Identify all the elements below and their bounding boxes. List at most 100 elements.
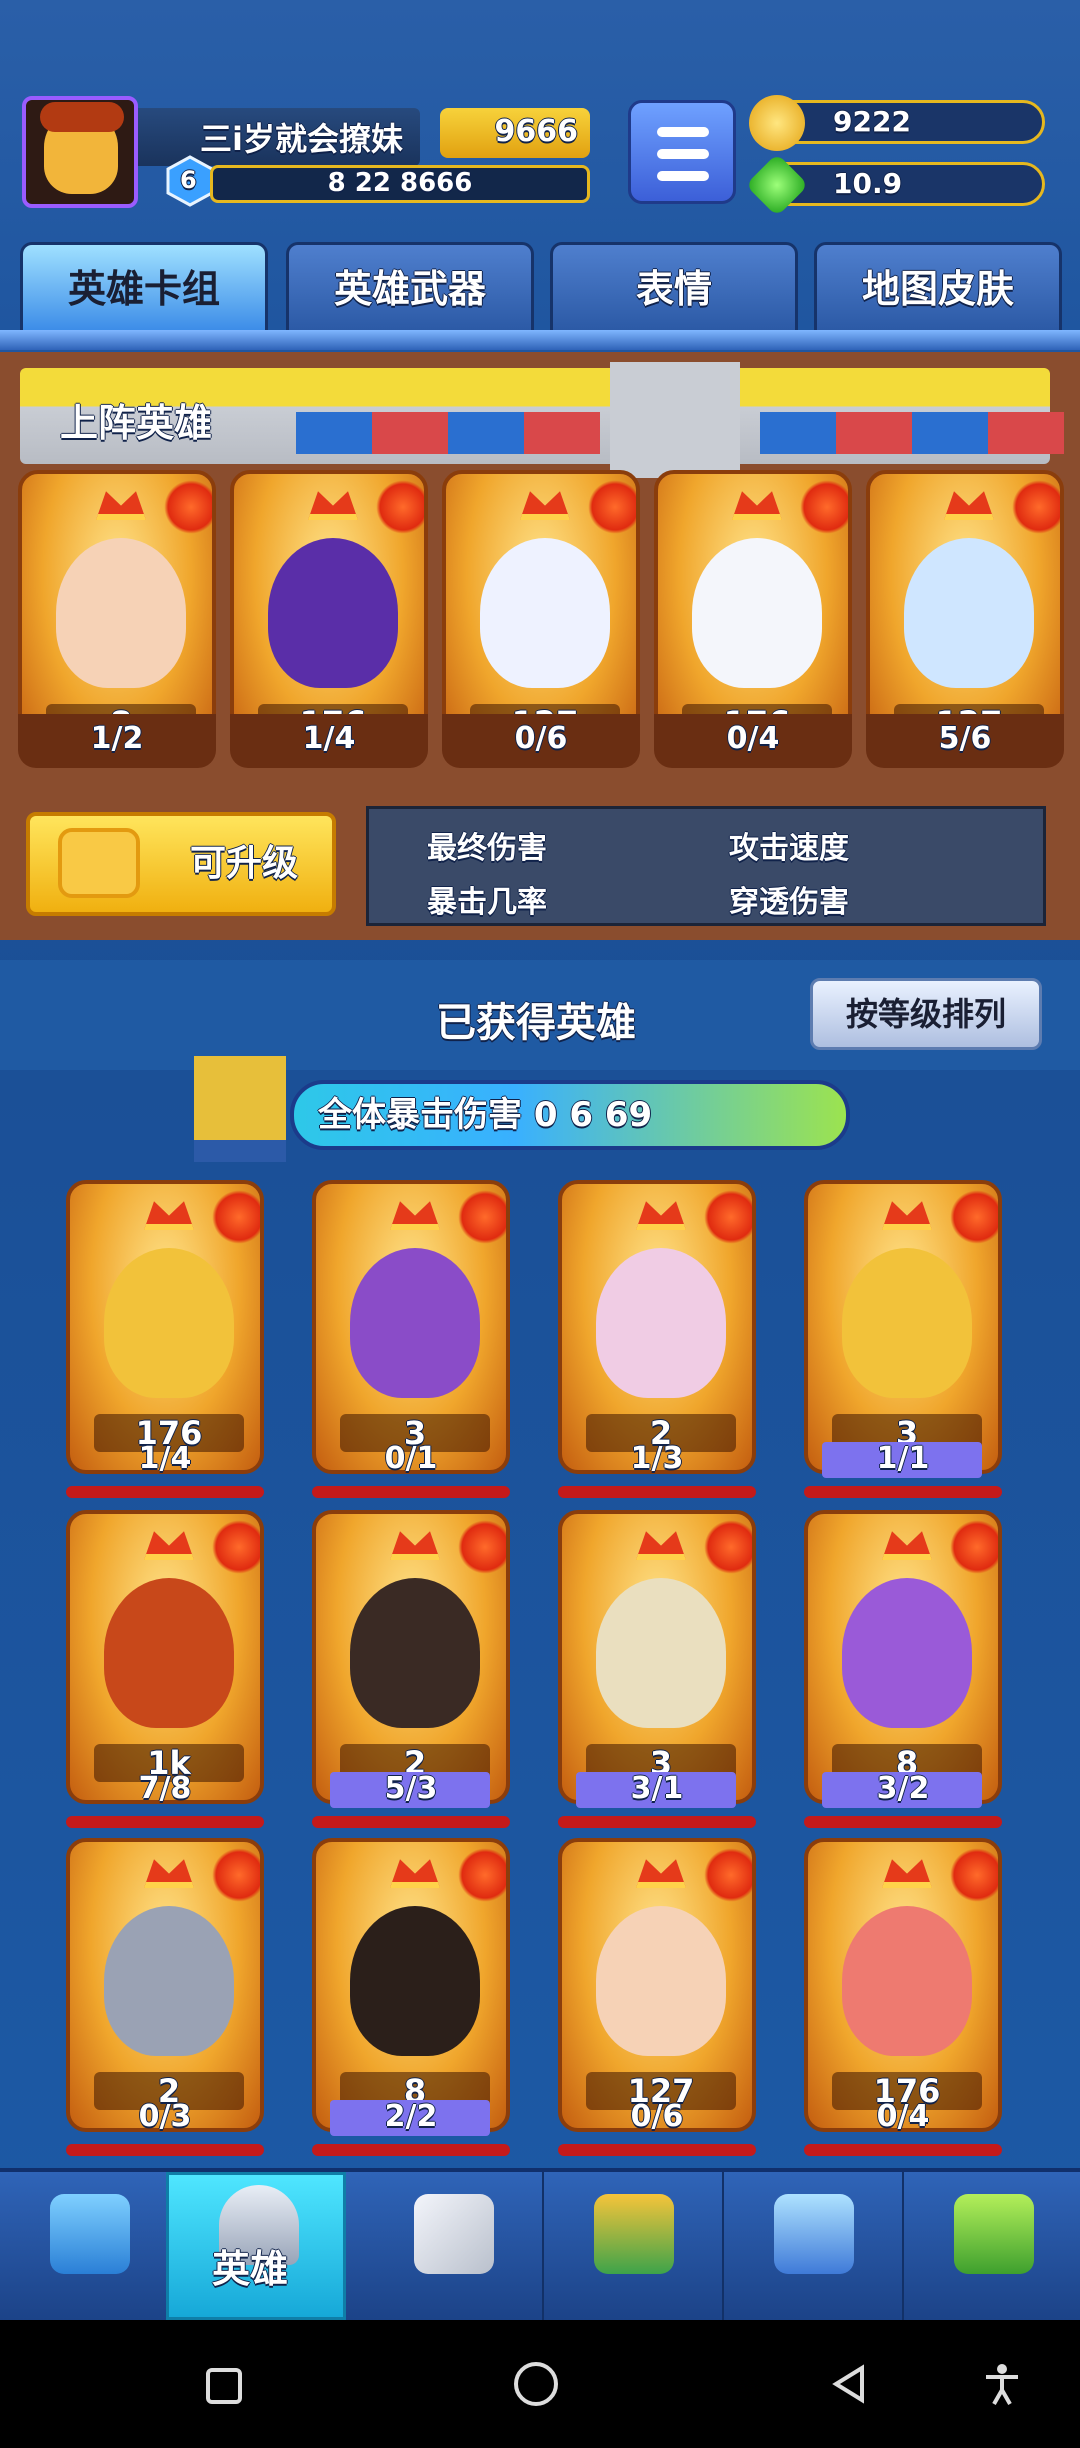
crown-icon	[144, 1531, 194, 1560]
crown-shield-icon	[594, 2194, 674, 2274]
obtained-hero-card[interactable]: 3	[558, 1510, 756, 1804]
card-progress-bar	[66, 1486, 264, 1498]
card-progress-bar	[66, 1816, 264, 1828]
hero-portrait	[104, 1578, 234, 1728]
sort-by-level-button[interactable]: 按等级排列	[810, 978, 1042, 1050]
flame-icon	[376, 480, 424, 534]
gold-value: 9222	[833, 105, 911, 138]
crit-bonus-label: 全体暴击伤害	[318, 1095, 522, 1135]
accessibility-icon[interactable]	[980, 2362, 1024, 2406]
obtained-hero-card[interactable]: 176	[804, 1838, 1002, 2132]
lineup-slot-marker	[448, 412, 524, 454]
obtained-hero-card[interactable]: 1k	[66, 1510, 264, 1804]
crown-icon	[390, 1201, 440, 1230]
hero-card-count: 5/6	[866, 714, 1064, 768]
card-progress-bar	[558, 1486, 756, 1498]
hero-card-count: 3/2	[876, 1771, 930, 1806]
chest-icon	[50, 2194, 130, 2274]
card-progress-bar	[804, 2144, 1002, 2156]
card-progress-bar	[66, 2144, 264, 2156]
tab-emotes[interactable]: 表情	[550, 242, 798, 330]
hero-card-count: 1/4	[138, 1441, 192, 1476]
nav-shop[interactable]	[0, 2172, 180, 2320]
hero-card-count: 1/2	[18, 714, 216, 768]
hero-card-count: 0/4	[654, 714, 852, 768]
obtained-title: 已获得英雄	[436, 1000, 636, 1046]
flame-icon	[950, 1848, 998, 1902]
hero-card-count: 0/6	[630, 2099, 684, 2134]
hero-portrait	[350, 1248, 480, 1398]
flame-icon	[950, 1190, 998, 1244]
card-progress-bar	[558, 2144, 756, 2156]
hero-card-count: 2/2	[384, 2099, 438, 2134]
hero-portrait	[350, 1578, 480, 1728]
obtained-hero-card[interactable]: 2	[66, 1838, 264, 2132]
obtained-hero-card[interactable]: 8	[804, 1510, 1002, 1804]
flame-icon	[800, 480, 848, 534]
crown-icon	[636, 1859, 686, 1888]
hero-card-count: 1/4	[230, 714, 428, 768]
nav-clan[interactable]	[544, 2172, 724, 2320]
home-icon[interactable]	[514, 2362, 558, 2406]
crown-icon	[308, 491, 358, 520]
crown-icon	[636, 1531, 686, 1560]
player-avatar[interactable]	[22, 96, 138, 208]
obtained-hero-card[interactable]: 3	[312, 1180, 510, 1474]
friends-icon	[774, 2194, 854, 2274]
sprout-icon	[954, 2194, 1034, 2274]
crit-damage-bonus-banner: 全体暴击伤害 0 6 69	[290, 1080, 850, 1150]
hero-portrait	[596, 1578, 726, 1728]
obtained-hero-card[interactable]: 176	[66, 1180, 264, 1474]
gem-counter[interactable]: 10.9	[745, 153, 1045, 217]
crown-icon	[144, 1201, 194, 1230]
nav-friends[interactable]	[724, 2172, 904, 2320]
tab-hero-weapons[interactable]: 英雄武器	[286, 242, 534, 330]
hero-portrait	[104, 1248, 234, 1398]
hero-card-count: 0/3	[138, 2099, 192, 2134]
flame-icon	[704, 1190, 752, 1244]
stat-crit-rate-label: 暴击几率	[427, 885, 547, 920]
hero-card-count: 0/4	[876, 2099, 930, 2134]
lineup-slot-marker	[372, 412, 448, 454]
flame-icon	[212, 1520, 260, 1574]
placeholder-box	[610, 362, 740, 478]
nav-battle[interactable]	[364, 2172, 544, 2320]
card-progress-bar	[312, 2144, 510, 2156]
crown-icon	[882, 1201, 932, 1230]
lineup-slot-marker	[836, 412, 912, 454]
hero-portrait	[842, 1906, 972, 2056]
hero-portrait	[596, 1906, 726, 2056]
gold-counter[interactable]: 9222	[749, 95, 1045, 151]
hero-portrait	[350, 1906, 480, 2056]
flame-icon	[704, 1848, 752, 1902]
crown-icon	[520, 491, 570, 520]
flame-icon	[1012, 480, 1060, 534]
obtained-hero-card[interactable]: 8	[312, 1838, 510, 2132]
tab-hero-cards[interactable]: 英雄卡组	[20, 242, 268, 330]
card-progress-bar	[804, 1486, 1002, 1498]
player-name: 三i岁就会撩妹	[200, 120, 403, 158]
tab-map-skins[interactable]: 地图皮肤	[814, 242, 1062, 330]
lineup-slot-marker	[912, 412, 988, 454]
obtained-hero-card[interactable]: 2	[558, 1180, 756, 1474]
crown-icon	[390, 1531, 440, 1560]
lineup-title: 上阵英雄	[60, 401, 213, 445]
obtained-hero-card[interactable]: 2	[312, 1510, 510, 1804]
flame-icon	[588, 480, 636, 534]
back-icon[interactable]	[828, 2362, 872, 2406]
hero-portrait	[56, 538, 186, 688]
obtained-hero-card[interactable]: 127	[558, 1838, 756, 2132]
menu-button[interactable]	[628, 100, 736, 204]
hero-card-count: 5/3	[384, 1771, 438, 1806]
upgrade-shield-icon	[58, 828, 140, 898]
nav-garden[interactable]	[904, 2172, 1080, 2320]
flame-icon	[164, 480, 212, 534]
card-progress-bar	[312, 1486, 510, 1498]
obtained-hero-card[interactable]: 3	[804, 1180, 1002, 1474]
hero-card-count: 0/6	[442, 714, 640, 768]
player-level: 6	[180, 166, 197, 194]
flame-icon	[212, 1190, 260, 1244]
menu-icon	[657, 127, 709, 137]
hero-card-count: 1/3	[630, 1441, 684, 1476]
recents-icon[interactable]	[206, 2368, 242, 2404]
